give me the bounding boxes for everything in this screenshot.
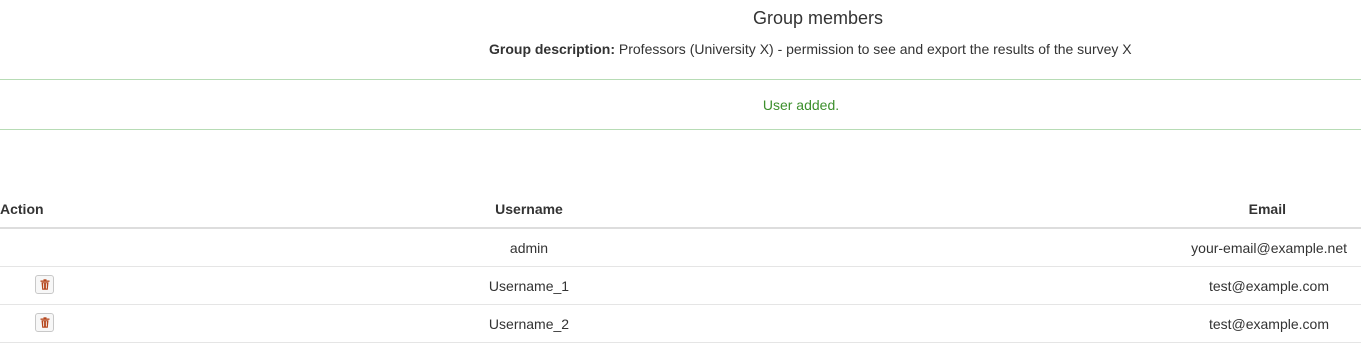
username-cell: admin [125, 228, 933, 267]
table-row: Username_1 test@example.com [0, 266, 1361, 305]
delete-user-button[interactable] [35, 312, 54, 332]
members-table: Action Username Email admin your-email@e… [0, 190, 1361, 343]
success-alert: User added. [0, 79, 1361, 130]
column-header-email: Email [933, 190, 1361, 229]
group-description: Group description: Professors (Universit… [489, 41, 1132, 57]
page-title: Group members [752, 8, 884, 28]
table-header-row: Action Username Email [0, 190, 1361, 229]
username-cell: Username_2 [125, 304, 933, 343]
email-cell: test@example.com [933, 266, 1361, 305]
table-row: Username_2 test@example.com [0, 304, 1361, 343]
trash-icon [40, 278, 50, 290]
username-cell: Username_1 [125, 266, 933, 305]
column-header-username: Username [125, 190, 933, 229]
email-cell: your-email@example.net [933, 228, 1361, 267]
action-cell [0, 228, 125, 267]
email-cell: test@example.com [933, 304, 1361, 343]
table-row: admin your-email@example.net [0, 228, 1361, 267]
action-cell [0, 266, 125, 305]
alert-message: User added. [762, 97, 840, 113]
group-description-label: Group description: [489, 41, 615, 57]
action-cell [0, 304, 125, 343]
group-description-text: Professors (University X) - permission t… [618, 41, 1132, 57]
delete-user-button[interactable] [35, 274, 54, 294]
column-header-action: Action [0, 190, 125, 229]
trash-icon [40, 316, 50, 328]
